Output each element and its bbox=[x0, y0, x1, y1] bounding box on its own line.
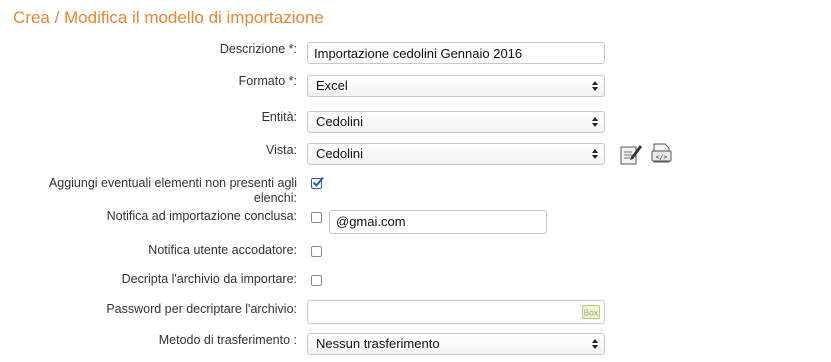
notifica-email-input[interactable]: @gmai.com bbox=[329, 210, 547, 234]
notifica-importazione-label: Notifica ad importazione conclusa: bbox=[106, 209, 297, 223]
vista-label: Vista: bbox=[265, 143, 297, 157]
vista-select[interactable]: Cedolini bbox=[307, 143, 605, 165]
metodo-select-value: Nessun trasferimento bbox=[316, 336, 440, 351]
vista-select-value: Cedolini bbox=[316, 146, 363, 161]
decripta-label: Decripta l'archivio da importare: bbox=[121, 272, 297, 286]
descrizione-input[interactable] bbox=[307, 42, 605, 64]
xml-view-icon[interactable]: </> bbox=[649, 142, 673, 166]
select-arrows-icon bbox=[592, 149, 598, 159]
password-input[interactable]: Box bbox=[307, 300, 605, 324]
decripta-checkbox[interactable] bbox=[311, 275, 322, 286]
metodo-select[interactable]: Nessun trasferimento bbox=[307, 333, 605, 355]
password-box-icon[interactable]: Box bbox=[582, 305, 600, 319]
entita-select[interactable]: Cedolini bbox=[307, 111, 605, 133]
formato-label: Formato *: bbox=[238, 74, 297, 88]
checkmark-icon bbox=[312, 176, 324, 187]
entita-label: Entità: bbox=[261, 110, 297, 124]
notifica-utente-checkbox[interactable] bbox=[311, 246, 322, 257]
page-title: Crea / Modifica il modello di importazio… bbox=[13, 8, 324, 27]
select-arrows-icon bbox=[592, 339, 598, 349]
formato-select[interactable]: Excel bbox=[307, 75, 605, 97]
select-arrows-icon bbox=[592, 81, 598, 91]
formato-select-value: Excel bbox=[316, 78, 348, 93]
notifica-utente-label: Notifica utente accodatore: bbox=[148, 243, 297, 257]
aggiungi-label: Aggiungi eventuali elementi non presenti… bbox=[48, 176, 297, 205]
import-template-page: Crea / Modifica il modello di importazio… bbox=[0, 0, 831, 362]
password-label: Password per decriptare l'archivio: bbox=[106, 302, 297, 316]
entita-select-value: Cedolini bbox=[316, 114, 363, 129]
select-arrows-icon bbox=[592, 117, 598, 127]
aggiungi-checkbox[interactable] bbox=[311, 176, 324, 189]
svg-text:</>: </> bbox=[656, 153, 668, 161]
svg-text:Box: Box bbox=[584, 309, 599, 318]
edit-view-icon[interactable] bbox=[619, 142, 643, 166]
descrizione-label: Descrizione *: bbox=[219, 42, 297, 56]
metodo-label: Metodo di trasferimento : bbox=[158, 333, 297, 347]
notifica-importazione-checkbox[interactable] bbox=[311, 212, 322, 223]
